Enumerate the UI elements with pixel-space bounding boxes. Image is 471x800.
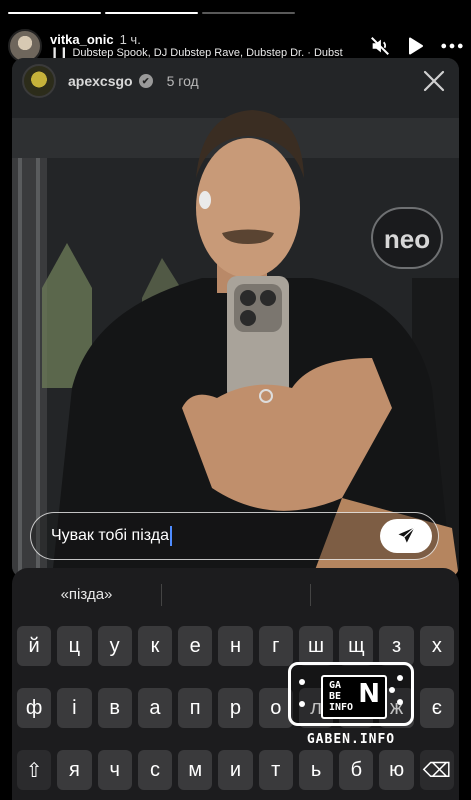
suggestion-item[interactable] (310, 582, 459, 608)
key[interactable]: п (178, 688, 213, 728)
mute-icon[interactable] (369, 35, 391, 57)
suggestion-item[interactable] (161, 582, 310, 608)
key[interactable]: ж (379, 688, 414, 728)
shift-key[interactable]: ⇧ (17, 750, 52, 790)
story-username[interactable]: vitka_onic (50, 32, 114, 47)
key[interactable]: ч (97, 750, 132, 790)
progress-segment (202, 12, 295, 14)
key[interactable]: ф (17, 688, 52, 728)
story-photo: neo (12, 58, 459, 578)
play-icon[interactable] (405, 35, 427, 57)
key[interactable]: б (339, 750, 374, 790)
key[interactable]: р (218, 688, 253, 728)
key[interactable]: и (218, 750, 253, 790)
keyboard: «пізда» йцукенгшщзх фівапролджє ⇧ я ч с м и т ь… (12, 568, 459, 800)
shared-username[interactable]: apexcsgo (68, 73, 133, 89)
key[interactable]: н (218, 626, 253, 666)
key[interactable]: т (258, 750, 293, 790)
story-time: 1 ч. (119, 31, 141, 47)
key-row-1: йцукенгшщзх (12, 626, 459, 666)
key[interactable]: л (298, 688, 334, 728)
key[interactable]: я (57, 750, 92, 790)
progress-segment (105, 12, 198, 14)
backspace-key[interactable]: ⌫ (419, 750, 454, 790)
key-row-3: ⇧ я ч с м и т ь б ю ⌫ (12, 750, 459, 790)
story-progress (8, 12, 295, 15)
key[interactable]: ц (57, 626, 92, 666)
key[interactable]: х (419, 626, 454, 666)
key[interactable]: у (97, 626, 132, 666)
verified-icon: ✔ (138, 74, 153, 88)
key[interactable]: ш (298, 626, 334, 666)
key[interactable]: з (379, 626, 414, 666)
key-row-2: фівапролджє (12, 688, 459, 728)
close-icon[interactable] (419, 66, 449, 96)
key[interactable]: й (17, 626, 52, 666)
reply-input[interactable]: Чувак тобі пізда (30, 512, 439, 560)
text-caret (169, 526, 172, 546)
key[interactable]: щ (339, 626, 374, 666)
key[interactable]: д (339, 688, 374, 728)
key[interactable]: о (258, 688, 293, 728)
shared-time: 5 год (166, 73, 199, 89)
avatar[interactable] (22, 64, 56, 98)
svg-text:neo: neo (384, 224, 430, 254)
key[interactable]: ю (379, 750, 414, 790)
shared-story-header: apexcsgo ✔ 5 год (22, 64, 449, 98)
key[interactable]: м (178, 750, 213, 790)
send-button[interactable] (380, 519, 432, 553)
key[interactable]: є (419, 688, 454, 728)
suggestion-item[interactable]: «пізда» (12, 582, 161, 608)
key[interactable]: г (258, 626, 293, 666)
key[interactable]: ь (298, 750, 334, 790)
more-icon[interactable] (441, 35, 463, 57)
key[interactable]: а (137, 688, 173, 728)
key[interactable]: к (137, 626, 173, 666)
send-icon (398, 527, 415, 543)
reply-text: Чувак тобі пізда (51, 527, 169, 544)
key[interactable]: с (137, 750, 173, 790)
key[interactable]: в (97, 688, 132, 728)
progress-segment (8, 12, 101, 14)
key[interactable]: е (178, 626, 213, 666)
suggestion-bar: «пізда» (12, 568, 459, 622)
key[interactable]: і (57, 688, 92, 728)
story-info: vitka_onic 1 ч. ❙❙ Dubstep Spook, DJ Dubst… (50, 32, 363, 61)
shared-story-card[interactable]: neo apexcsgo ✔ 5 год (12, 58, 459, 578)
